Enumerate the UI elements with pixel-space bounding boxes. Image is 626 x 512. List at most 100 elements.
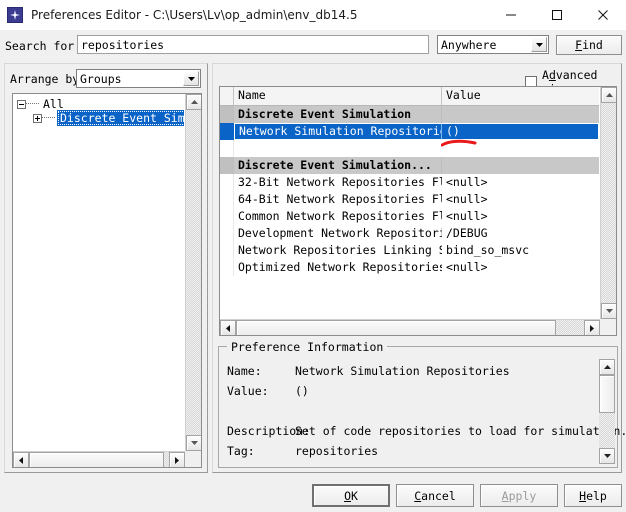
list-header-value[interactable]: Value — [442, 87, 599, 105]
triangle-left-glyph — [19, 456, 23, 464]
dialog-button-bar: OK Cancel Apply Help — [0, 478, 626, 512]
row-gutter — [220, 174, 234, 191]
minimize-button[interactable] — [488, 0, 534, 30]
scroll-right-icon[interactable] — [169, 452, 185, 467]
tree-node-discrete-event-simulation-label: Discrete Event Simula — [57, 110, 184, 126]
arrange-by-select[interactable]: Groups — [76, 69, 201, 88]
minimize-icon — [506, 14, 516, 16]
arrange-by-value: Groups — [80, 71, 122, 86]
pref-tag-key: Tag: — [227, 444, 255, 458]
row-name: 32-Bit Network Repositories Flags — [238, 175, 442, 189]
pref-tag-row: Tag: repositories — [227, 441, 597, 461]
triangle-down-glyph — [603, 454, 611, 458]
list-row[interactable]: Optimized Network Repositories... <null> — [220, 259, 599, 276]
triangle-right-glyph — [175, 456, 179, 464]
search-scope-select[interactable]: Anywhere — [437, 35, 549, 54]
preferences-list[interactable]: Name Value Discrete Event Simulation Net… — [219, 86, 617, 336]
list-vertical-scrollbar[interactable] — [600, 87, 616, 319]
scroll-up-icon[interactable] — [186, 94, 201, 110]
row-value[interactable]: () — [442, 123, 599, 140]
row-value[interactable]: <null> — [442, 174, 599, 191]
pref-name-row: Name: Network Simulation Repositories — [227, 361, 597, 381]
scroll-right-icon[interactable] — [584, 320, 600, 335]
pref-value-key: Value: — [227, 384, 269, 398]
row-value[interactable]: <null> — [442, 208, 599, 225]
scroll-down-icon[interactable] — [186, 435, 201, 451]
expand-plus-icon[interactable] — [33, 113, 42, 123]
row-gutter — [220, 242, 234, 259]
triangle-down-glyph — [190, 441, 198, 445]
list-group-row[interactable]: Discrete Event Simulation... — [220, 157, 599, 174]
scroll-left-icon[interactable] — [220, 320, 236, 335]
category-tree-content: All Discrete Event Simula — [13, 94, 184, 450]
pref-description-value: Set of code repositories to load for sim… — [295, 424, 626, 438]
row-value[interactable]: /DEBUG — [442, 225, 599, 242]
scroll-up-icon[interactable] — [601, 87, 616, 103]
list-row[interactable]: 32-Bit Network Repositories Flags <null> — [220, 174, 599, 191]
cancel-button[interactable]: Cancel — [396, 484, 474, 507]
maximize-icon — [552, 10, 562, 20]
list-header-name[interactable]: Name — [234, 87, 442, 105]
preference-information-group: Preference Information Name: Network Sim… — [218, 340, 626, 468]
row-gutter — [220, 106, 234, 123]
row-gutter — [220, 191, 234, 208]
row-name: Discrete Event Simulation... — [234, 157, 442, 174]
row-name: Common Network Repositories Flags — [238, 209, 442, 223]
ok-button[interactable]: OK — [312, 484, 390, 507]
scroll-up-icon[interactable] — [599, 359, 615, 375]
help-button[interactable]: Help — [564, 484, 622, 507]
row-name: Discrete Event Simulation — [234, 106, 442, 123]
tree-node-discrete-event-simulation[interactable]: Discrete Event Simula — [33, 110, 184, 126]
category-tree[interactable]: All Discrete Event Simula — [12, 93, 202, 468]
triangle-up-glyph — [190, 100, 198, 104]
close-button[interactable] — [580, 0, 626, 30]
scroll-down-icon[interactable] — [599, 448, 615, 464]
search-input[interactable] — [77, 35, 429, 54]
pref-info-gap — [227, 401, 597, 421]
list-header-gutter — [220, 87, 234, 105]
maximize-button[interactable] — [534, 0, 580, 30]
search-row: Search for: Anywhere Find — [0, 33, 626, 59]
chevron-down-glyph — [535, 42, 543, 47]
window-controls — [488, 0, 626, 30]
pref-name-value: Network Simulation Repositories — [295, 364, 510, 378]
find-button[interactable]: Find — [556, 35, 622, 55]
tree-node-all[interactable]: All — [17, 97, 66, 111]
tree-connector — [42, 117, 55, 119]
pref-info-scroll-thumb[interactable] — [599, 375, 615, 413]
pref-value-row: Value: () — [227, 381, 597, 401]
tree-vertical-scrollbar[interactable] — [185, 94, 201, 451]
collapse-minus-icon[interactable] — [17, 99, 26, 109]
list-hscroll-thumb[interactable] — [236, 320, 556, 335]
row-value[interactable]: <null> — [442, 259, 599, 276]
list-group-row[interactable]: Discrete Event Simulation — [220, 106, 599, 123]
search-label: Search for: — [5, 39, 82, 53]
row-name: Network Simulation Repositories — [234, 123, 442, 140]
list-row[interactable]: Network Repositories Linking S... bind_s… — [220, 242, 599, 259]
preference-information-scrollbar[interactable] — [599, 359, 615, 464]
row-value — [442, 157, 599, 174]
scroll-left-icon[interactable] — [13, 452, 29, 467]
tree-horizontal-scrollbar[interactable] — [13, 451, 185, 467]
list-row-selected[interactable]: Network Simulation Repositories () — [220, 123, 599, 140]
pref-tag-value: repositories — [295, 444, 379, 458]
pref-name-key: Name: — [227, 364, 262, 378]
preference-information-legend: Preference Information — [227, 340, 388, 354]
scroll-down-icon[interactable] — [601, 303, 616, 319]
tree-node-all-label: All — [43, 97, 64, 111]
preferences-list-content: Name Value Discrete Event Simulation Net… — [220, 87, 599, 318]
row-value[interactable]: <null> — [442, 191, 599, 208]
triangle-left-glyph — [226, 324, 230, 332]
list-row[interactable]: 64-Bit Network Repositories Flags <null> — [220, 191, 599, 208]
list-row[interactable]: Development Network Repositori... /DEBUG — [220, 225, 599, 242]
search-scope-value: Anywhere — [441, 37, 497, 52]
tree-hscroll-thumb[interactable] — [29, 452, 164, 467]
tree-connector — [26, 103, 39, 105]
chevron-down-icon[interactable] — [531, 37, 547, 52]
list-horizontal-scrollbar[interactable] — [220, 319, 600, 335]
list-header: Name Value — [220, 87, 599, 106]
list-spacer-row — [220, 140, 599, 157]
chevron-down-icon[interactable] — [183, 71, 199, 86]
row-value[interactable]: bind_so_msvc — [442, 242, 599, 259]
list-row[interactable]: Common Network Repositories Flags <null> — [220, 208, 599, 225]
